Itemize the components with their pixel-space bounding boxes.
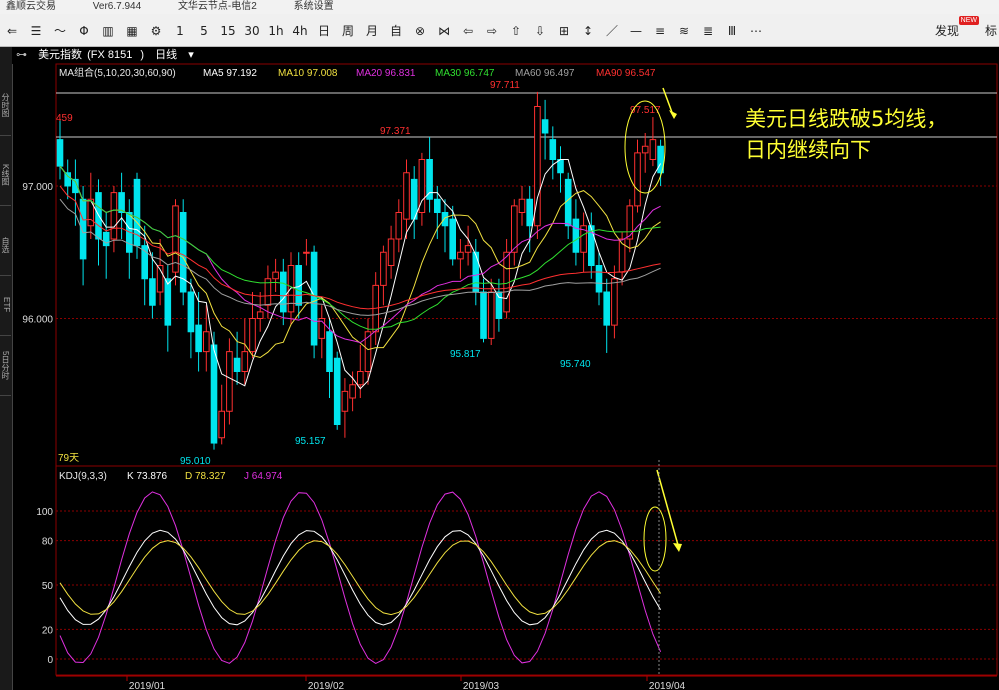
candle-body bbox=[226, 351, 233, 412]
date-label-2: 2019/03 bbox=[463, 681, 500, 690]
ma-value-ma30: MA30 96.747 bbox=[435, 68, 495, 79]
price-tick-96: 96.000 bbox=[22, 315, 53, 326]
candle-body bbox=[603, 291, 611, 326]
kdj-tick-100: 100 bbox=[36, 507, 53, 518]
annotation-line1: 美元日线跌破5均线， bbox=[745, 107, 948, 131]
date-label-3: 2019/04 bbox=[649, 681, 686, 690]
ma-value-ma90: MA90 96.547 bbox=[596, 68, 656, 79]
ma-value-ma5: MA5 97.192 bbox=[203, 68, 257, 79]
candle-body bbox=[387, 238, 395, 266]
candle-body bbox=[195, 324, 202, 353]
candle-body bbox=[333, 357, 341, 425]
kdj-k-line bbox=[59, 529, 662, 626]
price-label-2: 97.371 bbox=[380, 126, 411, 137]
candle-body bbox=[118, 192, 125, 213]
candle-body bbox=[187, 291, 195, 333]
candle-body bbox=[233, 357, 241, 372]
kdj-arrow-head-icon bbox=[673, 543, 682, 552]
candle-body bbox=[357, 371, 364, 386]
candle-body bbox=[303, 251, 310, 254]
kdj-tick-80: 80 bbox=[42, 537, 54, 548]
kdj-tick-20: 20 bbox=[42, 625, 54, 636]
candle-body bbox=[649, 139, 657, 160]
candle-body bbox=[341, 390, 349, 412]
ma-value-ma20: MA20 96.831 bbox=[356, 68, 416, 79]
candle-body bbox=[526, 198, 534, 227]
candle-body bbox=[110, 192, 118, 240]
date-label-1: 2019/02 bbox=[308, 681, 345, 690]
candle-body bbox=[149, 278, 156, 306]
kdj-arrow-line bbox=[656, 469, 679, 546]
kdj-tick-0: 0 bbox=[47, 655, 53, 666]
candle-body bbox=[56, 139, 64, 167]
candle-body bbox=[549, 139, 557, 160]
annotation-line2: 日内继续向下 bbox=[745, 138, 871, 162]
price-label-6: 95.157 bbox=[295, 436, 326, 447]
candle-body bbox=[495, 291, 503, 319]
candle-body bbox=[256, 311, 264, 319]
kdj-j-value: J 64.974 bbox=[244, 471, 283, 482]
candle-body bbox=[164, 278, 172, 326]
price-tick-97: 97.000 bbox=[22, 182, 53, 193]
candle-body bbox=[241, 351, 249, 372]
candle-body bbox=[518, 198, 526, 213]
candle-body bbox=[210, 344, 218, 444]
candle-body bbox=[434, 198, 441, 213]
candle-body bbox=[541, 119, 549, 134]
kdj-label: KDJ(9,3,3) bbox=[59, 471, 107, 482]
candle-body bbox=[595, 265, 603, 293]
candle-body bbox=[557, 159, 564, 174]
candle-body bbox=[102, 231, 110, 247]
kdj-k-value: K 73.876 bbox=[127, 471, 167, 482]
date-label-0: 2019/01 bbox=[129, 681, 166, 690]
price-label-3: 97.517 bbox=[630, 105, 661, 116]
ma-combo-label: MA组合(5,10,20,30,60,90) bbox=[59, 66, 176, 79]
candle-body bbox=[634, 152, 641, 207]
candle-body bbox=[403, 172, 410, 220]
candle-body bbox=[449, 218, 456, 260]
kdj-j-line bbox=[59, 491, 662, 664]
candle-body bbox=[480, 291, 487, 339]
kdj-d-value: D 78.327 bbox=[185, 471, 226, 482]
candle-body bbox=[64, 172, 72, 187]
candle-body bbox=[464, 245, 472, 253]
price-label-1: 97.711 bbox=[490, 80, 520, 91]
candle-body bbox=[249, 318, 256, 353]
candle-body bbox=[511, 205, 518, 253]
ma-value-ma10: MA10 97.008 bbox=[278, 68, 338, 79]
kdj-panel-frame bbox=[55, 465, 998, 676]
kdj-tick-50: 50 bbox=[42, 581, 54, 592]
candle-body bbox=[326, 331, 333, 372]
candle-body bbox=[380, 251, 387, 286]
price-label-5: 95.740 bbox=[560, 359, 591, 370]
price-label-0: 459 bbox=[56, 113, 73, 124]
candle-body bbox=[457, 251, 464, 260]
candle-body bbox=[441, 212, 449, 227]
candle-body bbox=[280, 271, 287, 313]
candle-body bbox=[641, 145, 649, 154]
days-label: 79天 bbox=[58, 453, 79, 464]
candle-body bbox=[272, 271, 279, 280]
candle-body bbox=[349, 384, 356, 399]
price-label-4: 95.817 bbox=[450, 349, 481, 360]
candle-body bbox=[310, 251, 318, 346]
candle-body bbox=[395, 212, 403, 240]
candle-body bbox=[472, 251, 480, 293]
candle-body bbox=[203, 331, 210, 353]
candle-body bbox=[487, 291, 495, 339]
candle-body bbox=[611, 278, 618, 326]
kdj-highlight-ellipse bbox=[643, 506, 667, 572]
ma-value-ma60: MA60 96.497 bbox=[515, 68, 575, 79]
arrow-line bbox=[662, 87, 674, 116]
candle-body bbox=[218, 410, 225, 439]
candle-body bbox=[564, 178, 572, 227]
candle-body bbox=[572, 218, 580, 253]
arrow-head-icon bbox=[669, 110, 677, 119]
price-label-7: 95.010 bbox=[180, 456, 211, 467]
